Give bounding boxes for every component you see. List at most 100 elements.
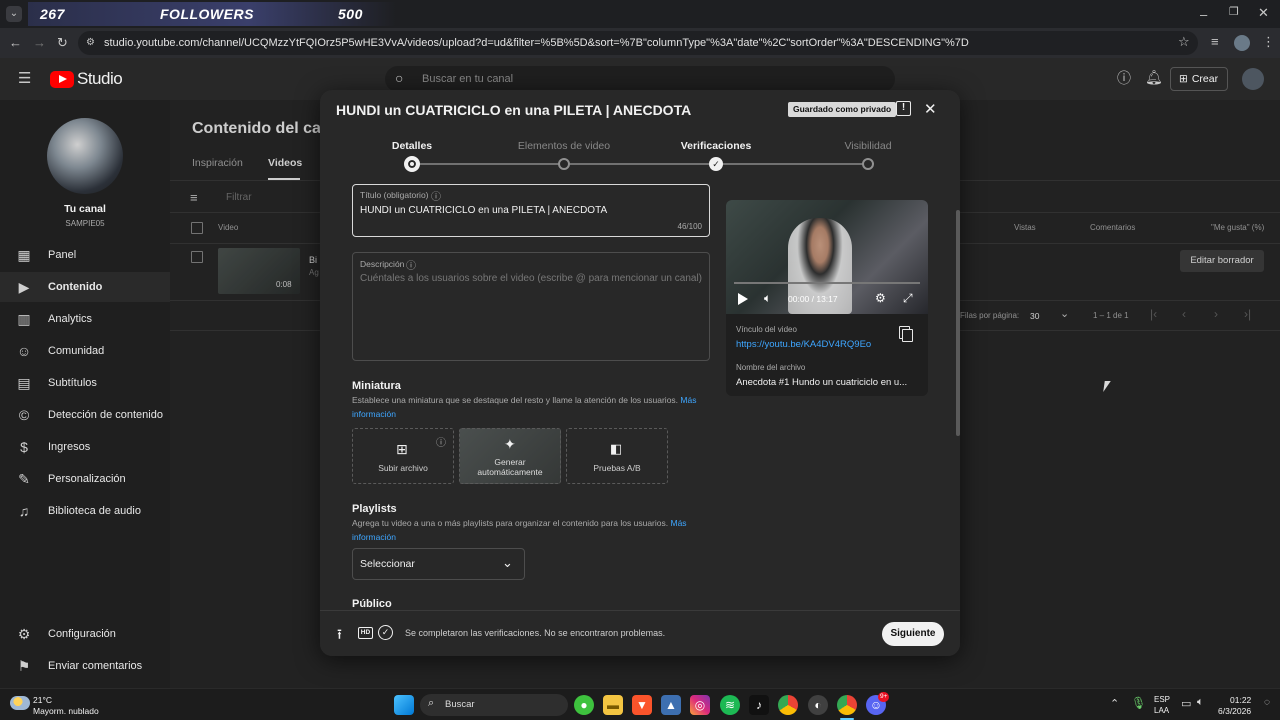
account-avatar[interactable] xyxy=(1242,68,1264,90)
auto-generate-thumbnail-button[interactable]: ✦ Generar automáticamente xyxy=(459,428,561,484)
spotify-icon[interactable]: ≋ xyxy=(720,695,740,715)
step-video-elements-label[interactable]: Elementos de video xyxy=(504,140,624,152)
playlist-select-value: Seleccionar xyxy=(360,558,415,570)
language-line1[interactable]: ESP xyxy=(1154,695,1170,704)
video-player[interactable]: 🔈︎ 00:00 / 13:17 ⚙ ⤢ xyxy=(726,200,928,314)
browser-menu-icon[interactable]: ⋮ xyxy=(1262,35,1275,48)
close-window-icon[interactable]: ✕ xyxy=(1258,6,1269,19)
upload-help-icon[interactable]: ⓘ xyxy=(436,434,446,449)
title-help-icon[interactable]: ⓘ xyxy=(431,188,441,203)
close-dialog-icon[interactable]: ✕ xyxy=(924,100,937,118)
fullscreen-icon[interactable]: ⤢ xyxy=(903,291,913,306)
tab-search-icon[interactable]: ⌄ xyxy=(6,6,22,22)
taskbar-search-box[interactable]: ⌕ Buscar xyxy=(420,694,568,716)
upload-thumbnail-button[interactable]: ⊞ Subir archivo ⓘ xyxy=(352,428,454,484)
title-field-value: HUNDI un CUATRICICLO en una PILETA | ANE… xyxy=(360,205,608,216)
weather-icon[interactable] xyxy=(10,696,30,710)
language-line2[interactable]: LAA xyxy=(1154,706,1169,715)
clock-date[interactable]: 6/3/2026 xyxy=(1218,706,1251,716)
bookmark-star-icon[interactable]: ☆ xyxy=(1178,35,1190,48)
sidebar-item-personalización[interactable]: ✎ Personalización xyxy=(0,464,170,494)
tray-overflow-icon[interactable]: ⌃ xyxy=(1110,697,1119,710)
video-time: 00:00 / 13:17 xyxy=(788,294,838,304)
app-red-badge-icon[interactable]: ◐ xyxy=(808,695,828,715)
video-settings-gear-icon[interactable]: ⚙ xyxy=(875,291,886,305)
sidebar-item-label: Detección de contenido xyxy=(48,409,163,421)
ab-testing-button[interactable]: ◧ Pruebas A/B xyxy=(566,428,668,484)
network-icon[interactable]: ▭ xyxy=(1181,697,1191,710)
sidebar-item-contenido[interactable]: ▶ Contenido xyxy=(0,272,170,302)
step-checks-checkmark-icon[interactable]: ✓ xyxy=(709,157,723,171)
sidebar-item-subtítulos[interactable]: ▤ Subtítulos xyxy=(0,368,170,398)
ab-test-icon: ◧ xyxy=(610,441,623,456)
instagram-icon[interactable]: ◎ xyxy=(690,695,710,715)
next-button[interactable]: Siguiente xyxy=(882,622,944,646)
reload-icon[interactable]: ↻ xyxy=(57,36,68,49)
microphone-icon[interactable]: 🎙︎ xyxy=(1131,696,1146,710)
sidebar-item-feedback[interactable]: ⚑ Enviar comentarios xyxy=(0,651,170,681)
step-visibility-dot[interactable] xyxy=(862,158,874,170)
restore-icon[interactable]: ❐ xyxy=(1229,7,1239,18)
video-link[interactable]: https://youtu.be/KA4DV4RQ9Eo xyxy=(736,339,871,350)
windows-start-icon[interactable] xyxy=(394,695,414,715)
photos-app-icon[interactable]: ▲ xyxy=(661,695,681,715)
volume-icon[interactable]: 🔈︎ xyxy=(764,291,771,306)
youtube-studio-logo[interactable]: Studio xyxy=(50,69,123,89)
taskbar-search-icon: ⌕ xyxy=(428,697,435,709)
sidebar-item-detección-de-contenido[interactable]: © Detección de contenido xyxy=(0,400,170,430)
sidebar-item-analytics[interactable]: ▥ Analytics xyxy=(0,304,170,334)
create-button[interactable]: ⊞ Crear xyxy=(1170,67,1228,91)
chrome-active-icon[interactable] xyxy=(837,695,857,715)
brave-browser-icon[interactable]: ▼ xyxy=(632,695,652,715)
description-field[interactable]: Descripción ⓘ Cuéntales a los usuarios s… xyxy=(352,252,710,361)
copy-link-icon[interactable] xyxy=(902,329,913,342)
video-progress-bar[interactable] xyxy=(734,282,920,284)
profile-avatar[interactable] xyxy=(1234,35,1250,51)
description-field-label: Descripción xyxy=(360,259,405,269)
forward-icon[interactable]: → xyxy=(33,36,46,49)
weather-temp[interactable]: 21°C xyxy=(33,695,52,705)
sidebar-item-settings[interactable]: ⚙ Configuración xyxy=(0,619,170,649)
channel-avatar[interactable] xyxy=(47,118,123,194)
tiktok-icon[interactable]: ♪ xyxy=(749,695,769,715)
browser-toolbar: ← → ↻ ⚙ studio.youtube.com/channel/UCQMz… xyxy=(0,28,1280,58)
notification-bell-icon[interactable]: ◌ xyxy=(1264,697,1270,708)
clock-time[interactable]: 01:22 xyxy=(1230,695,1251,705)
address-bar[interactable]: ⚙ studio.youtube.com/channel/UCQMzzYtFQI… xyxy=(78,31,1198,55)
play-icon[interactable] xyxy=(738,293,748,305)
app-green-icon[interactable]: ● xyxy=(574,695,594,715)
step-details-label[interactable]: Detalles xyxy=(352,140,472,152)
sidebar-item-panel[interactable]: ▦ Panel xyxy=(0,240,170,270)
site-info-icon[interactable]: ⚙ xyxy=(86,31,95,55)
channel-search-box[interactable]: ○ Buscar en tu canal xyxy=(385,66,895,92)
step-video-elements-dot[interactable] xyxy=(558,158,570,170)
followers-goal: 500 xyxy=(338,6,363,22)
notifications-bell-icon[interactable]: 🔔︎ xyxy=(1145,70,1163,84)
add-image-icon: ⊞ xyxy=(396,441,408,457)
sidebar-item-biblioteca-de-audio[interactable]: ♫ Biblioteca de audio xyxy=(0,496,170,526)
chrome-icon[interactable] xyxy=(778,695,798,715)
media-control-icon[interactable]: ≡ xyxy=(1211,35,1219,48)
speaker-icon[interactable]: 🔈︎ xyxy=(1197,696,1204,709)
sidebar-item-label: Analytics xyxy=(48,313,93,325)
weather-desc[interactable]: Mayorm. nublado xyxy=(33,706,99,716)
hamburger-menu-icon[interactable]: ☰ xyxy=(18,71,31,86)
description-help-icon[interactable]: ⓘ xyxy=(406,257,416,272)
playlist-select[interactable]: Seleccionar ⌄ xyxy=(352,548,525,580)
title-field[interactable]: Título (obligatorio) ⓘ HUNDI un CUATRICI… xyxy=(352,184,710,237)
help-icon[interactable]: ⓘ xyxy=(1117,71,1131,85)
step-checks-label[interactable]: Verificaciones xyxy=(656,140,776,152)
feedback-report-icon[interactable]: ! xyxy=(896,101,911,116)
file-explorer-icon[interactable]: ▬ xyxy=(603,695,623,715)
search-icon: ○ xyxy=(395,70,404,86)
audio-library-icon: ♫ xyxy=(18,503,30,519)
minimize-icon[interactable]: – xyxy=(1200,8,1207,21)
sidebar-item-comunidad[interactable]: ☺ Comunidad xyxy=(0,336,170,366)
step-details-dot[interactable] xyxy=(404,156,420,172)
step-visibility-label[interactable]: Visibilidad xyxy=(808,140,928,152)
auto-generate-line2: automáticamente xyxy=(477,467,543,477)
sidebar-item-ingresos[interactable]: $ Ingresos xyxy=(0,432,170,462)
thumbnail-desc-text: Establece una miniatura que se destaque … xyxy=(352,395,679,405)
dialog-scrollbar[interactable] xyxy=(956,210,960,436)
back-icon[interactable]: ← xyxy=(9,36,22,49)
